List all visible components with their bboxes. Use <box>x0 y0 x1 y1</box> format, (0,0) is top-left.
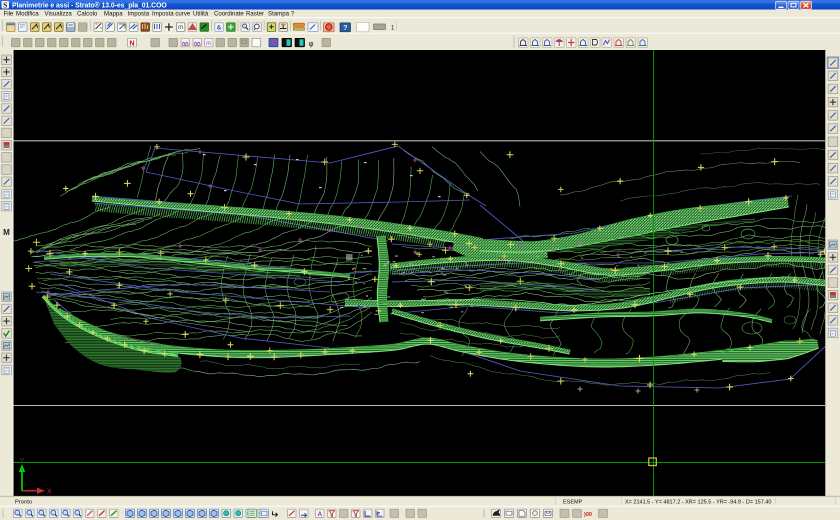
svg-text:Raster: Raster <box>246 10 264 17</box>
svg-text:Pronto: Pronto <box>15 500 32 506</box>
svg-text:Visualizza: Visualizza <box>45 10 73 17</box>
svg-text:m: m <box>178 25 183 31</box>
svg-text:Y: Y <box>20 458 25 465</box>
svg-text:A: A <box>317 511 322 518</box>
svg-text:Stampa: Stampa <box>268 10 290 17</box>
svg-text:Imposta curve: Imposta curve <box>152 10 191 17</box>
svg-text:X= 2141.5 - Y= 4817.2 - XR: X= 2141.5 - Y= 4817.2 - XR= 125.5 - YR= … <box>625 500 771 506</box>
svg-text:Calcolo: Calcolo <box>77 10 98 17</box>
svg-text:ESEMP: ESEMP <box>563 500 583 506</box>
svg-text:X: X <box>47 489 52 496</box>
svg-text:)00: )00 <box>584 512 592 518</box>
svg-text:&: & <box>217 24 222 31</box>
svg-text:Mappa: Mappa <box>104 10 123 17</box>
svg-text:File: File <box>4 10 14 17</box>
svg-text:m: m <box>206 40 211 47</box>
svg-text:N: N <box>129 40 134 47</box>
svg-text:Coordinate: Coordinate <box>214 10 244 17</box>
svg-text:Planimetrie e assi - Strato® 1: Planimetrie e assi - Strato® 13.0-es_pla… <box>12 1 167 9</box>
svg-text:Utilità: Utilità <box>193 10 209 17</box>
svg-text:M: M <box>3 228 10 237</box>
svg-text:?: ? <box>343 23 348 32</box>
svg-text:Imposta: Imposta <box>128 10 150 17</box>
svg-text:φ: φ <box>309 39 314 48</box>
svg-text:S: S <box>3 1 7 9</box>
svg-text:Modifica: Modifica <box>16 10 39 17</box>
